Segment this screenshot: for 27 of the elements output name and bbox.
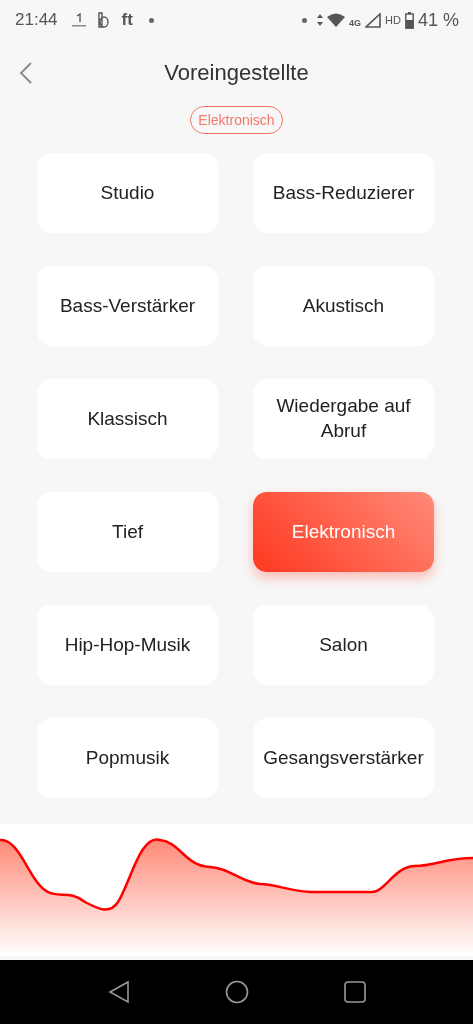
hd-label: HD bbox=[385, 14, 401, 26]
battery-percent: 41 % bbox=[417, 9, 459, 31]
back-nav-icon[interactable] bbox=[107, 980, 130, 1004]
preset-button[interactable]: Salon bbox=[253, 605, 434, 685]
clock-time: 21:44 bbox=[15, 10, 58, 30]
battery-icon bbox=[404, 11, 414, 29]
home-nav-icon[interactable] bbox=[224, 980, 249, 1004]
data-arrows-icon bbox=[317, 14, 324, 26]
preset-button[interactable]: Bass-Verstärker bbox=[37, 266, 218, 346]
signal-icon bbox=[365, 12, 382, 28]
preset-button[interactable]: Bass-Reduzierer bbox=[253, 153, 434, 233]
preset-button[interactable]: Hip-Hop-Musik bbox=[37, 605, 218, 685]
notification-text: ft bbox=[121, 10, 133, 30]
wifi-icon bbox=[327, 13, 346, 27]
back-icon[interactable] bbox=[19, 61, 33, 85]
dot-icon bbox=[302, 17, 308, 23]
preset-button[interactable]: Klassisch bbox=[37, 379, 218, 459]
preset-button[interactable]: Tief bbox=[37, 492, 218, 572]
preset-button[interactable]: Studio bbox=[37, 153, 218, 233]
preset-button[interactable]: Wiedergabe auf Abruf bbox=[253, 379, 434, 459]
recents-nav-icon[interactable] bbox=[343, 981, 366, 1003]
screen-title: Voreingestellte bbox=[164, 60, 309, 86]
network-type: 4G bbox=[349, 17, 362, 28]
preset-button[interactable]: Popmusik bbox=[37, 718, 218, 798]
preset-button[interactable]: Gesangsverstärker bbox=[253, 718, 434, 798]
dot-icon bbox=[148, 17, 154, 23]
preset-button[interactable]: Akustisch bbox=[253, 266, 434, 346]
